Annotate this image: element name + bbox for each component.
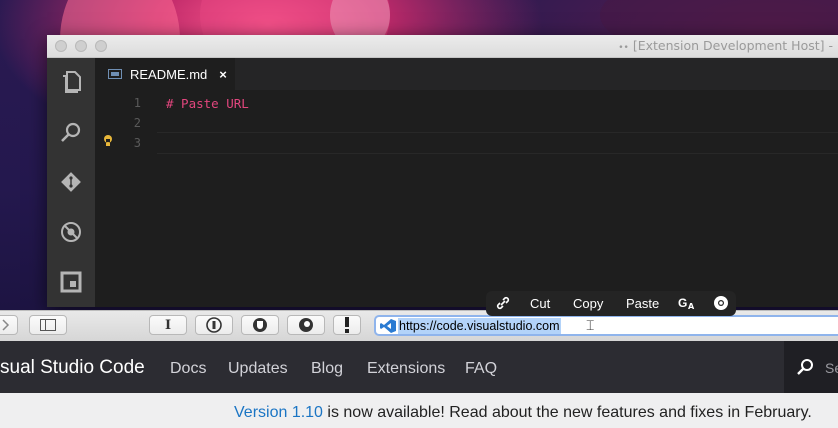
site-navbar: sual Studio Code Docs Updates Blog Exten… [0,341,838,393]
close-window-button[interactable] [55,40,67,52]
link-icon[interactable] [495,295,511,314]
window-title-text: [Extension Development Host] - [632,38,833,53]
editor-area: README.md × 1 2 3 # Paste URL [95,58,838,307]
lightbulb-icon[interactable] [103,134,113,153]
site-search-placeholder[interactable]: Se [825,360,838,376]
extensions-icon[interactable] [59,270,83,294]
markdown-file-icon [108,69,122,79]
sidebar-toggle-button[interactable] [29,315,67,335]
nav-extensions[interactable]: Extensions [367,360,445,378]
svg-text:A: A [688,302,695,311]
banner-message: is now available! Read about the new fea… [322,404,812,421]
copy-menu-item[interactable]: Copy [573,296,603,311]
line-number: 3 [133,136,141,150]
close-tab-icon[interactable]: × [219,67,227,82]
line-number: 1 [133,96,141,110]
window-title: •• [Extension Development Host] - [618,38,833,53]
banner-text: Version 1.10 is now available! Read abou… [234,404,812,422]
extension-3-icon[interactable] [287,315,325,335]
version-link[interactable]: Version 1.10 [234,404,323,421]
extension-1-icon[interactable] [195,315,233,335]
release-banner: Version 1.10 is now available! Read abou… [0,393,838,428]
activity-bar [47,58,95,307]
window-titlebar: •• [Extension Development Host] - [47,35,838,58]
paste-menu-item[interactable]: Paste [626,296,659,311]
nav-updates[interactable]: Updates [228,360,288,378]
line-number: 2 [133,116,141,130]
search-icon[interactable] [59,120,83,144]
url-text[interactable]: https://code.visualstudio.com [398,318,561,334]
explorer-icon[interactable] [59,70,83,94]
chrome-icon[interactable] [713,295,729,314]
markdown-heading[interactable]: # Paste URL [166,96,249,111]
forward-button[interactable] [0,315,18,335]
tab-readme[interactable]: README.md × [95,58,235,90]
tab-bar: README.md × [95,58,838,90]
current-line-highlight [157,132,838,154]
nav-faq[interactable]: FAQ [465,360,497,378]
text-selection-popover: Cut Copy Paste GA [486,291,736,316]
debug-icon[interactable] [59,220,83,244]
tab-label: README.md [130,66,208,82]
vscode-window: •• [Extension Development Host] - README… [47,35,838,307]
vscode-logo-icon [380,319,396,333]
extension-4-icon[interactable] [333,315,361,335]
zoom-window-button[interactable] [95,40,107,52]
search-icon [797,359,813,375]
extension-2-icon[interactable] [241,315,279,335]
translate-icon[interactable]: GA [678,295,696,314]
text-cursor-icon: ⌶ [586,317,595,333]
minimize-window-button[interactable] [75,40,87,52]
dirty-indicator-icon: •• [618,43,629,53]
svg-text:G: G [678,296,687,310]
cut-menu-item[interactable]: Cut [530,296,550,311]
address-bar[interactable]: https://code.visualstudio.com ⌶ [374,315,838,336]
reader-button[interactable]: I [149,315,187,335]
nav-blog[interactable]: Blog [311,360,343,378]
site-brand[interactable]: sual Studio Code [0,357,145,379]
nav-docs[interactable]: Docs [170,360,206,378]
git-icon[interactable] [59,170,83,194]
